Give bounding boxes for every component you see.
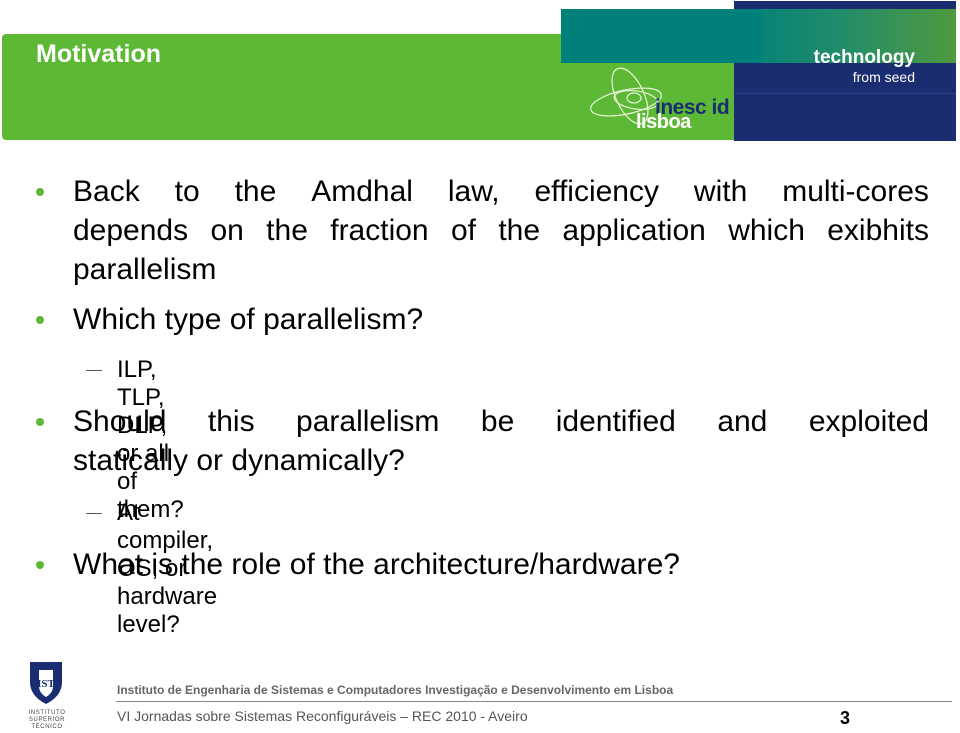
word: the [234, 175, 277, 208]
bullet-line: parallelism [73, 253, 217, 286]
word: depends [73, 214, 189, 247]
ist-logo-text: INSTITUTO SUPERIOR TÉCNICO [28, 710, 66, 730]
footer-institution: Instituto de Engenharia de Sistemas e Co… [117, 683, 674, 697]
bullet-icon [36, 561, 44, 569]
logo-lisboa: lisboa [636, 111, 691, 133]
word: application [562, 214, 706, 247]
word: and [717, 405, 768, 438]
word: fraction [330, 214, 429, 247]
word: Should [73, 405, 167, 438]
bullet-icon [36, 316, 44, 324]
header-teal-strip [561, 9, 761, 63]
svg-text:IST: IST [37, 678, 55, 690]
bullet-amdhal: Back to the Amdhal law, efficiency with multi-c… [73, 172, 929, 289]
dash-icon [86, 370, 102, 371]
footer-divider [116, 701, 952, 702]
word: to [174, 175, 200, 208]
word: Amdhal [311, 175, 413, 208]
bullet-line: Back to the Amdhal law, efficiency with multi-c… [73, 172, 929, 211]
ist-shield-logo-icon: IST [30, 662, 62, 704]
word: the [498, 214, 541, 247]
word: be [480, 405, 515, 438]
word: multi-cores [782, 175, 929, 208]
tagline-sub: from seed [852, 69, 915, 85]
bullet-static-dynamic: Should this parallelism be identified and expl… [73, 402, 929, 480]
bullet-parallelism-type: Which type of parallelism? [73, 303, 424, 336]
word: Back [73, 175, 140, 208]
page-number: 3 [840, 708, 851, 728]
footer-event: VI Jornadas sobre Sistemas Reconfiguráve… [117, 708, 528, 724]
bullet-icon [36, 188, 44, 196]
bullet-line: statically or dynamically? [73, 444, 405, 477]
word: identified [555, 405, 676, 438]
dash-icon [86, 513, 102, 514]
word: exploited [808, 405, 929, 438]
bullet-icon [36, 418, 44, 426]
word: exibhits [827, 214, 929, 247]
word: law, [447, 175, 500, 208]
bullet-line: Should this parallelism be identified and expl… [73, 402, 929, 441]
word: of [450, 214, 476, 247]
word: the [266, 214, 308, 247]
word: which [728, 214, 805, 247]
slide-title: Motivation [36, 40, 161, 68]
bullet-architecture-role: What is the role of the architecture/har… [73, 548, 680, 581]
tagline-main: technology [813, 47, 915, 68]
word: with [693, 175, 748, 208]
bullet-line: depends on the fraction of the application whic… [73, 211, 929, 250]
word: efficiency [534, 175, 659, 208]
word: parallelism [296, 405, 440, 438]
header-divider [734, 93, 956, 94]
word: this [207, 405, 255, 438]
word: on [210, 214, 244, 247]
